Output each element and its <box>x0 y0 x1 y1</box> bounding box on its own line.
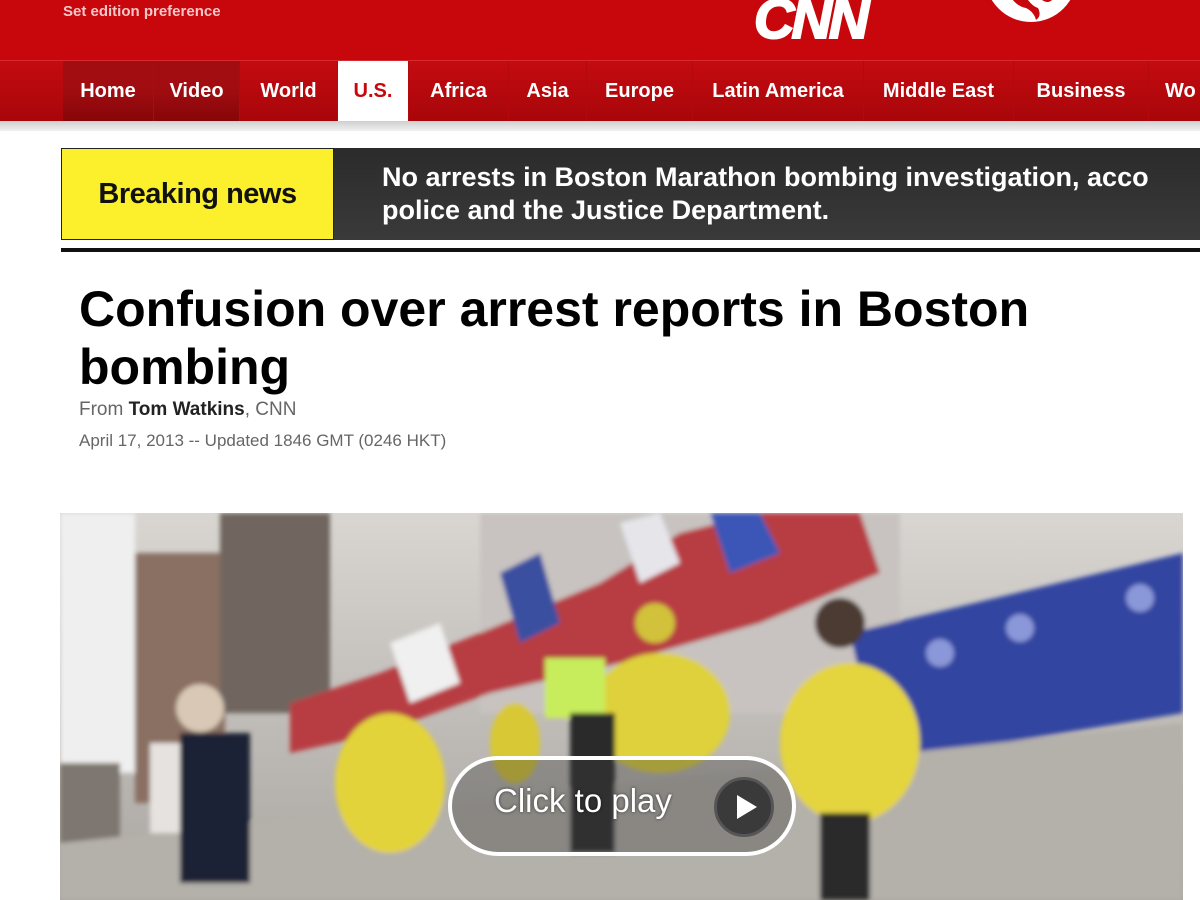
nav-item-europe[interactable]: Europe <box>587 61 693 122</box>
nav-item-africa[interactable]: Africa <box>409 61 509 122</box>
play-icon <box>714 777 774 837</box>
nav-item-video[interactable]: Video <box>154 61 240 122</box>
play-label: Click to play <box>494 782 672 819</box>
byline-source: , CNN <box>244 399 297 420</box>
nav-item-middle-east[interactable]: Middle East <box>864 61 1014 122</box>
breaking-news-text[interactable]: No arrests in Boston Marathon bombing in… <box>334 148 1200 240</box>
headline-line-2: bombing <box>79 339 291 395</box>
byline-prefix: From <box>79 399 129 420</box>
video-player[interactable]: Click to play <box>60 513 1183 900</box>
site-header: Set edition preference CNN <box>0 0 1200 60</box>
nav-item-world-sport[interactable]: Wo <box>1149 61 1200 122</box>
dateline: April 17, 2013 -- Updated 1846 GMT (0246… <box>79 431 447 450</box>
nav-item-us[interactable]: U.S. <box>338 61 409 122</box>
nav-shadow <box>0 121 1200 131</box>
main-nav: Home Video World U.S. Africa Asia Europe… <box>0 60 1200 122</box>
nav-item-world[interactable]: World <box>240 61 338 122</box>
nav-item-asia[interactable]: Asia <box>509 61 587 122</box>
nav-item-home[interactable]: Home <box>63 61 154 122</box>
byline: From Tom Watkins, CNN <box>79 399 296 421</box>
page-title: Confusion over arrest reports in Boston … <box>79 280 1159 396</box>
breaking-news-line-2: police and the Justice Department. <box>382 195 830 225</box>
section-divider <box>61 248 1200 252</box>
breaking-news-label: Breaking news <box>61 148 334 240</box>
play-button[interactable]: Click to play <box>448 756 796 856</box>
breaking-news-banner[interactable]: Breaking news No arrests in Boston Marat… <box>61 148 1200 240</box>
edition-preference-link[interactable]: Set edition preference <box>63 3 221 20</box>
logo-text: CNN <box>753 0 870 51</box>
nav-list: Home Video World U.S. Africa Asia Europe… <box>63 61 1200 122</box>
cnn-logo[interactable]: CNN <box>753 0 1094 51</box>
nav-item-business[interactable]: Business <box>1014 61 1149 122</box>
author-link[interactable]: Tom Watkins <box>129 399 245 420</box>
headline-line-1: Confusion over arrest reports in Boston <box>79 281 1030 337</box>
breaking-news-line-1: No arrests in Boston Marathon bombing in… <box>382 162 1149 192</box>
nav-item-latin-america[interactable]: Latin America <box>693 61 864 122</box>
globe-icon <box>991 0 1071 22</box>
